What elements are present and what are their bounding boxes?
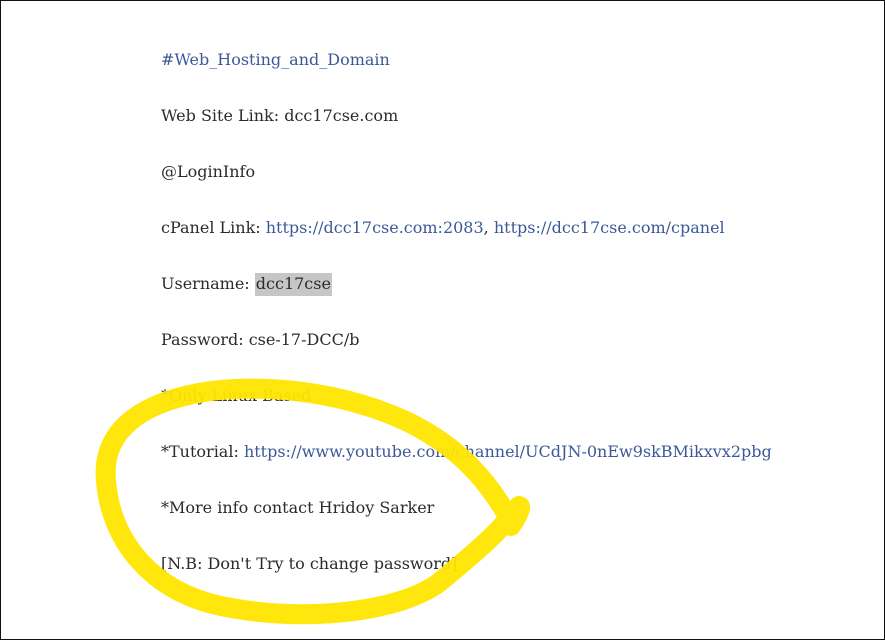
linux-note-line: *Only Linux Based: [161, 385, 311, 407]
login-info-label: @LoginInfo: [161, 162, 256, 181]
website-value: dcc17cse.com: [284, 106, 399, 125]
login-info-line: @LoginInfo: [161, 161, 255, 183]
cpanel-separator: ,: [483, 218, 494, 237]
cpanel-line: cPanel Link: https://dcc17cse.com:2083, …: [161, 217, 725, 239]
username-value-highlighted: dcc17cse: [254, 273, 332, 296]
contact-note: *More info contact Hridoy Sarker: [161, 498, 435, 517]
username-line: Username: dcc17cse: [161, 273, 332, 296]
tutorial-label: *Tutorial:: [161, 442, 244, 461]
cpanel-link-path[interactable]: https://dcc17cse.com/cpanel: [494, 218, 725, 237]
website-label: Web Site Link:: [161, 106, 285, 125]
nb-note: [N.B: Don't Try to change password]: [161, 554, 458, 573]
tutorial-youtube-link[interactable]: https://www.youtube.com/channel/UCdJN-0n…: [244, 442, 772, 461]
yellow-circle-annotation: [95, 378, 531, 625]
tutorial-line: *Tutorial: https://www.youtube.com/chann…: [161, 441, 772, 463]
nb-line: [N.B: Don't Try to change password]: [161, 553, 457, 575]
password-label: Password:: [161, 330, 249, 349]
cpanel-label: cPanel Link:: [161, 218, 266, 237]
password-line: Password: cse-17-DCC/b: [161, 329, 359, 351]
heading-hashtag[interactable]: #Web_Hosting_and_Domain: [161, 50, 390, 69]
linux-note: *Only Linux Based: [161, 386, 312, 405]
document-page: #Web_Hosting_and_Domain Web Site Link: d…: [0, 0, 885, 640]
contact-line: *More info contact Hridoy Sarker: [161, 497, 434, 519]
password-value: cse-17-DCC/b: [248, 330, 360, 349]
username-label: Username:: [161, 274, 255, 293]
cpanel-link-port[interactable]: https://dcc17cse.com:2083: [266, 218, 484, 237]
hosting-heading-link[interactable]: #Web_Hosting_and_Domain: [161, 49, 390, 71]
website-line: Web Site Link: dcc17cse.com: [161, 105, 398, 127]
